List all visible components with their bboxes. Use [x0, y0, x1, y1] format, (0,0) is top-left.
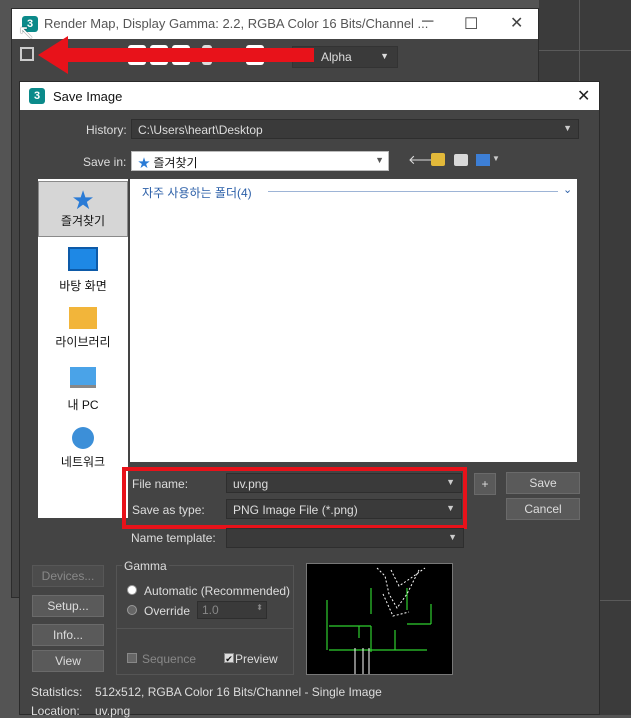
place-label: 내 PC [67, 398, 99, 412]
divider [117, 628, 293, 629]
place-label: 바탕 화면 [59, 279, 107, 293]
chevron-down-icon: ▼ [380, 51, 389, 61]
save-in-label: Save in: [83, 155, 127, 169]
add-button[interactable]: + [474, 473, 496, 495]
channel-display-value: Alpha [321, 50, 352, 64]
setup-button[interactable]: Setup... [32, 595, 104, 617]
place-libraries[interactable]: 라이브러리 [38, 307, 128, 350]
close-icon[interactable]: ✕ [577, 86, 590, 106]
mouse-cursor-icon: ↖ [18, 22, 35, 44]
minimize-icon[interactable]: ─ [422, 13, 433, 31]
sequence-checkbox[interactable] [127, 653, 137, 663]
maximize-icon[interactable]: ☐ [464, 14, 478, 34]
new-folder-icon[interactable] [454, 154, 468, 166]
place-label: 라이브러리 [55, 335, 111, 349]
name-template-dropdown[interactable]: ▼ [226, 528, 464, 548]
devices-button[interactable]: Devices... [32, 565, 104, 587]
close-icon[interactable]: ✕ [510, 13, 523, 33]
chevron-down-icon[interactable]: ⌄ [563, 183, 572, 196]
render-window-title: Render Map, Display Gamma: 2.2, RGBA Col… [44, 16, 429, 31]
gamma-override-value: 1.0 [202, 603, 219, 617]
preview-checkbox[interactable]: ✔ [224, 653, 234, 664]
history-dropdown[interactable]: C:\Users\heart\Desktop ▼ [131, 119, 579, 139]
place-desktop[interactable]: 바탕 화면 [38, 247, 128, 294]
place-label: 네트워크 [60, 455, 106, 469]
preview-label: Preview [235, 652, 278, 666]
save-in-dropdown[interactable]: ★ 즐겨찾기 ▼ [131, 151, 389, 171]
spinner-icon: ⬍ [256, 603, 263, 612]
chevron-down-icon: ▼ [375, 155, 384, 165]
red-arrow-head [38, 36, 68, 74]
gamma-automatic-radio[interactable] [127, 585, 137, 595]
library-icon [69, 307, 97, 329]
render-window-titlebar: 3 Render Map, Display Gamma: 2.2, RGBA C… [12, 9, 538, 39]
gamma-title: Gamma [122, 559, 169, 573]
gamma-override-label: Override [144, 604, 191, 618]
chevron-down-icon[interactable]: ▼ [492, 154, 500, 163]
history-value: C:\Users\heart\Desktop [138, 123, 263, 137]
view-button[interactable]: View [32, 650, 104, 672]
gamma-group: Gamma Automatic (Recommended) Override 1… [116, 559, 294, 675]
chevron-down-icon: ▼ [563, 123, 572, 133]
up-folder-icon[interactable] [431, 153, 445, 166]
network-icon [72, 427, 94, 449]
chevron-down-icon: ▼ [448, 532, 457, 542]
info-button[interactable]: Info... [32, 624, 104, 646]
history-label: History: [86, 123, 127, 137]
gamma-automatic-label: Automatic (Recommended) [144, 584, 291, 598]
star-icon: ★ [71, 185, 95, 215]
gamma-override-radio[interactable] [127, 605, 137, 615]
computer-icon [70, 367, 96, 388]
desktop-icon [68, 247, 98, 271]
statistics-value: 512x512, RGBA Color 16 Bits/Channel - Si… [95, 685, 382, 699]
group-divider [268, 191, 558, 192]
save-image-dialog: 3 Save Image ✕ History: C:\Users\heart\D… [19, 81, 600, 718]
save-disk-icon[interactable] [20, 47, 34, 61]
view-menu-icon[interactable] [476, 154, 490, 166]
statistics-label: Statistics: [31, 685, 83, 699]
cancel-button[interactable]: Cancel [506, 498, 580, 520]
star-icon: ★ [138, 156, 151, 170]
file-list[interactable]: 자주 사용하는 폴더(4) ⌄ [130, 179, 577, 462]
grid-line [539, 50, 631, 51]
place-favorites[interactable]: ★ 즐겨찾기 [38, 181, 128, 237]
location-label: Location: [31, 704, 80, 718]
app-3ds-icon: 3 [29, 88, 45, 104]
dialog-titlebar: 3 Save Image ✕ [20, 82, 599, 110]
name-template-label: Name template: [131, 531, 216, 545]
sequence-label: Sequence [142, 652, 197, 666]
place-label: 즐겨찾기 [60, 214, 106, 228]
gamma-override-spinner[interactable]: 1.0 ⬍ [197, 601, 267, 619]
dialog-title: Save Image [53, 89, 123, 104]
place-this-pc[interactable]: 내 PC [38, 367, 128, 413]
uv-preview-image [326, 567, 432, 674]
red-arrow-shaft [64, 48, 314, 62]
location-value: uv.png [95, 704, 131, 718]
highlight-box [122, 467, 467, 529]
group-header[interactable]: 자주 사용하는 폴더(4) [142, 184, 252, 201]
place-network[interactable]: 네트워크 [38, 427, 128, 470]
save-in-value: 즐겨찾기 [153, 156, 198, 170]
image-preview [306, 563, 453, 675]
save-button[interactable]: Save [506, 472, 580, 494]
places-bar: ★ 즐겨찾기 바탕 화면 라이브러리 내 PC 네트워크 [38, 179, 128, 518]
